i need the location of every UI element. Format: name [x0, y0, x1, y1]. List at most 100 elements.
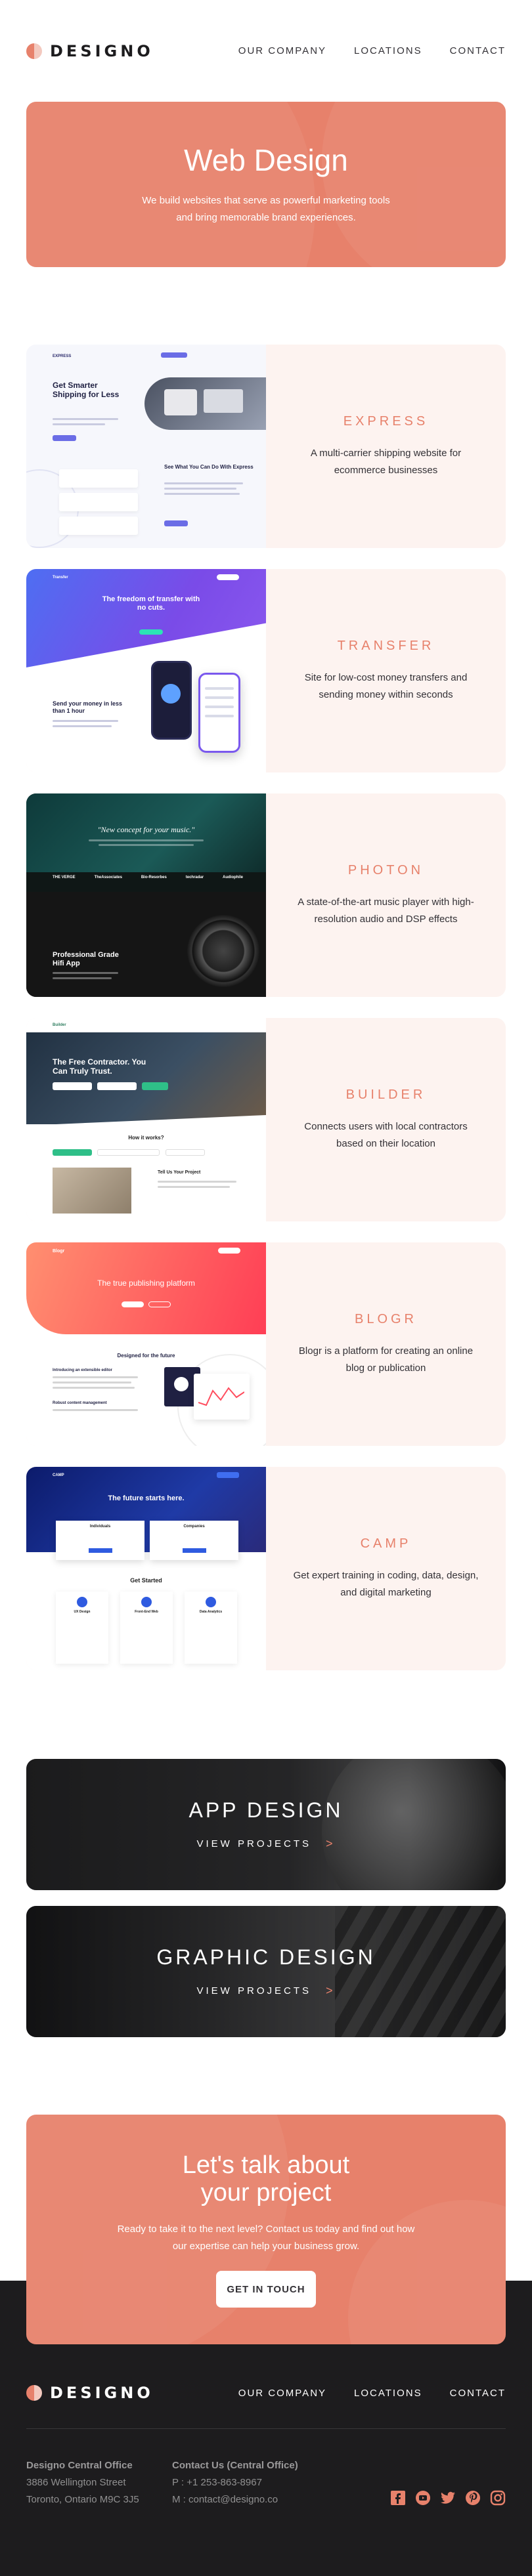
mock-card: [59, 493, 138, 511]
mock-caption: Robust content management: [53, 1401, 107, 1405]
mock-brand: CAMP: [53, 1473, 64, 1477]
logo-mark-icon: [26, 43, 42, 59]
builder-mockup: Builder The Free Contractor. You Can Tru…: [26, 1018, 266, 1221]
category-app-design[interactable]: APP DESIGN VIEW PROJECTS >: [26, 1759, 506, 1890]
mock-tab: [53, 1149, 92, 1156]
project-info: CAMP Get expert training in coding, data…: [266, 1467, 506, 1670]
mock-line: [164, 488, 236, 490]
mock-hero-bg: [26, 1032, 266, 1124]
site-header: DESIGNO OUR COMPANY LOCATIONS CONTACT: [0, 0, 532, 102]
mock-subheading: Get Started: [130, 1577, 162, 1584]
mock-card: [59, 469, 138, 488]
mock-line: [53, 1376, 138, 1378]
project-description: Connects users with local contractors ba…: [304, 1120, 468, 1149]
cta-banner: Let's talk about your project Ready to ta…: [26, 2115, 506, 2344]
mock-brand: EXPRESS: [53, 354, 72, 358]
category-overlay: [26, 1759, 506, 1890]
mock-line: [89, 839, 204, 841]
footer-nav-contact[interactable]: CONTACT: [450, 2388, 506, 2399]
cta-title-line: Let's talk about: [182, 2151, 350, 2179]
mock-subheading: Professional Grade Hifi App: [53, 951, 119, 967]
mock-line: [53, 720, 118, 722]
page-subtitle: We build websites that serve as powerful…: [142, 195, 390, 223]
mock-subheading: Send your money in less than 1 hour: [53, 700, 123, 714]
mock-line: [205, 715, 234, 717]
hero-banner: Web Design We build websites that serve …: [26, 102, 506, 267]
footer-nav-locations[interactable]: LOCATIONS: [354, 2388, 422, 2399]
office-line: 3886 Wellington Street: [26, 2477, 126, 2488]
mock-line: [53, 977, 112, 979]
facebook-icon[interactable]: [390, 2490, 406, 2506]
project-card-blogr[interactable]: Blogr The true publishing platform Desig…: [26, 1242, 506, 1446]
mock-button: [164, 520, 188, 526]
truck-trailer: [204, 389, 243, 413]
mock-brand: Transfer: [53, 576, 68, 580]
project-description: Blogr is a platform for creating an onli…: [298, 1345, 474, 1374]
mock-heading: The true publishing platform: [97, 1278, 195, 1288]
projects-list: EXPRESS Get Smarter Shipping for Less Se…: [26, 345, 506, 1670]
instagram-icon[interactable]: [490, 2490, 506, 2506]
press-logo: TheAssociates: [94, 876, 122, 879]
step-title: UX Design: [74, 1610, 91, 1614]
mock-line: [53, 1382, 131, 1383]
mock-line: [164, 482, 243, 484]
mock-nav-button: [217, 574, 239, 580]
photon-mockup: "New concept for your music." THE VERGE …: [26, 793, 266, 997]
logo-text: DESIGNO: [50, 2384, 154, 2402]
mock-nav: [161, 352, 187, 358]
contact-email[interactable]: M : contact@designo.co: [172, 2494, 278, 2505]
interior-image: [53, 1168, 131, 1214]
youtube-icon[interactable]: [415, 2490, 431, 2506]
view-projects-link[interactable]: VIEW PROJECTS >: [196, 1984, 335, 1998]
category-graphic-design[interactable]: GRAPHIC DESIGN VIEW PROJECTS >: [26, 1906, 506, 2037]
mock-card: [59, 517, 138, 535]
logo[interactable]: DESIGNO: [26, 42, 154, 60]
project-card-transfer[interactable]: Transfer The freedom of transfer with no…: [26, 569, 506, 772]
mock-hero-bg: [26, 1242, 266, 1334]
footer-logo[interactable]: DESIGNO: [26, 2384, 154, 2402]
mock-line: [53, 423, 105, 425]
project-title: EXPRESS: [343, 413, 429, 429]
mock-line: [164, 493, 240, 495]
get-in-touch-button[interactable]: GET IN TOUCH: [216, 2271, 316, 2308]
nav-locations[interactable]: LOCATIONS: [354, 45, 422, 56]
mock-caption: Tell Us Your Project: [158, 1170, 201, 1175]
express-mockup: EXPRESS Get Smarter Shipping for Less Se…: [26, 345, 266, 548]
project-card-photon[interactable]: "New concept for your music." THE VERGE …: [26, 793, 506, 997]
nav-our-company[interactable]: OUR COMPANY: [238, 45, 326, 56]
project-title: CAMP: [360, 1536, 412, 1551]
footer-nav-our-company[interactable]: OUR COMPANY: [238, 2388, 326, 2399]
pinterest-icon[interactable]: [465, 2490, 481, 2506]
mock-chart-line: [198, 1387, 244, 1406]
project-card-camp[interactable]: CAMP The future starts here. Individuals…: [26, 1467, 506, 1670]
project-info: PHOTON A state-of-the-art music player w…: [266, 793, 506, 997]
logo-text: DESIGNO: [50, 41, 154, 60]
mock-step-card: Front-End Web: [120, 1592, 173, 1664]
twitter-icon[interactable]: [440, 2490, 456, 2506]
footer-top: DESIGNO OUR COMPANY LOCATIONS CONTACT: [26, 2384, 506, 2429]
main-nav: OUR COMPANY LOCATIONS CONTACT: [238, 45, 506, 56]
nav-contact[interactable]: CONTACT: [450, 45, 506, 56]
mock-card-title: Companies: [183, 1525, 205, 1529]
footer-bottom: Designo Central Office 3886 Wellington S…: [26, 2457, 506, 2508]
mock-brand: Builder: [53, 1023, 66, 1027]
view-projects-link[interactable]: VIEW PROJECTS >: [196, 1837, 335, 1851]
step-title: Front-End Web: [135, 1610, 158, 1614]
mock-press-logos: THE VERGE TheAssociates Bio-Resorbes tec…: [53, 876, 243, 879]
cta-title: Let's talk about your project: [183, 2151, 349, 2206]
mock-input: [53, 1082, 92, 1090]
mock-line: [53, 972, 118, 974]
camp-mockup: CAMP The future starts here. Individuals…: [26, 1467, 266, 1670]
mock-line: [53, 1387, 135, 1389]
project-card-builder[interactable]: Builder The Free Contractor. You Can Tru…: [26, 1018, 506, 1221]
project-card-express[interactable]: EXPRESS Get Smarter Shipping for Less Se…: [26, 345, 506, 548]
social-links: [390, 2490, 506, 2506]
mock-heading: The freedom of transfer with no cuts.: [102, 595, 200, 612]
blogr-mockup: Blogr The true publishing platform Desig…: [26, 1242, 266, 1446]
contact-phone[interactable]: P : +1 253-863-8967: [172, 2477, 262, 2488]
project-description: Get expert training in coding, data, des…: [293, 1569, 479, 1598]
mock-line: [53, 418, 118, 420]
mock-hero-bg: [26, 569, 266, 667]
design-categories: APP DESIGN VIEW PROJECTS > GRAPHIC DESIG…: [26, 1759, 506, 2037]
office-title: Designo Central Office: [26, 2460, 133, 2471]
